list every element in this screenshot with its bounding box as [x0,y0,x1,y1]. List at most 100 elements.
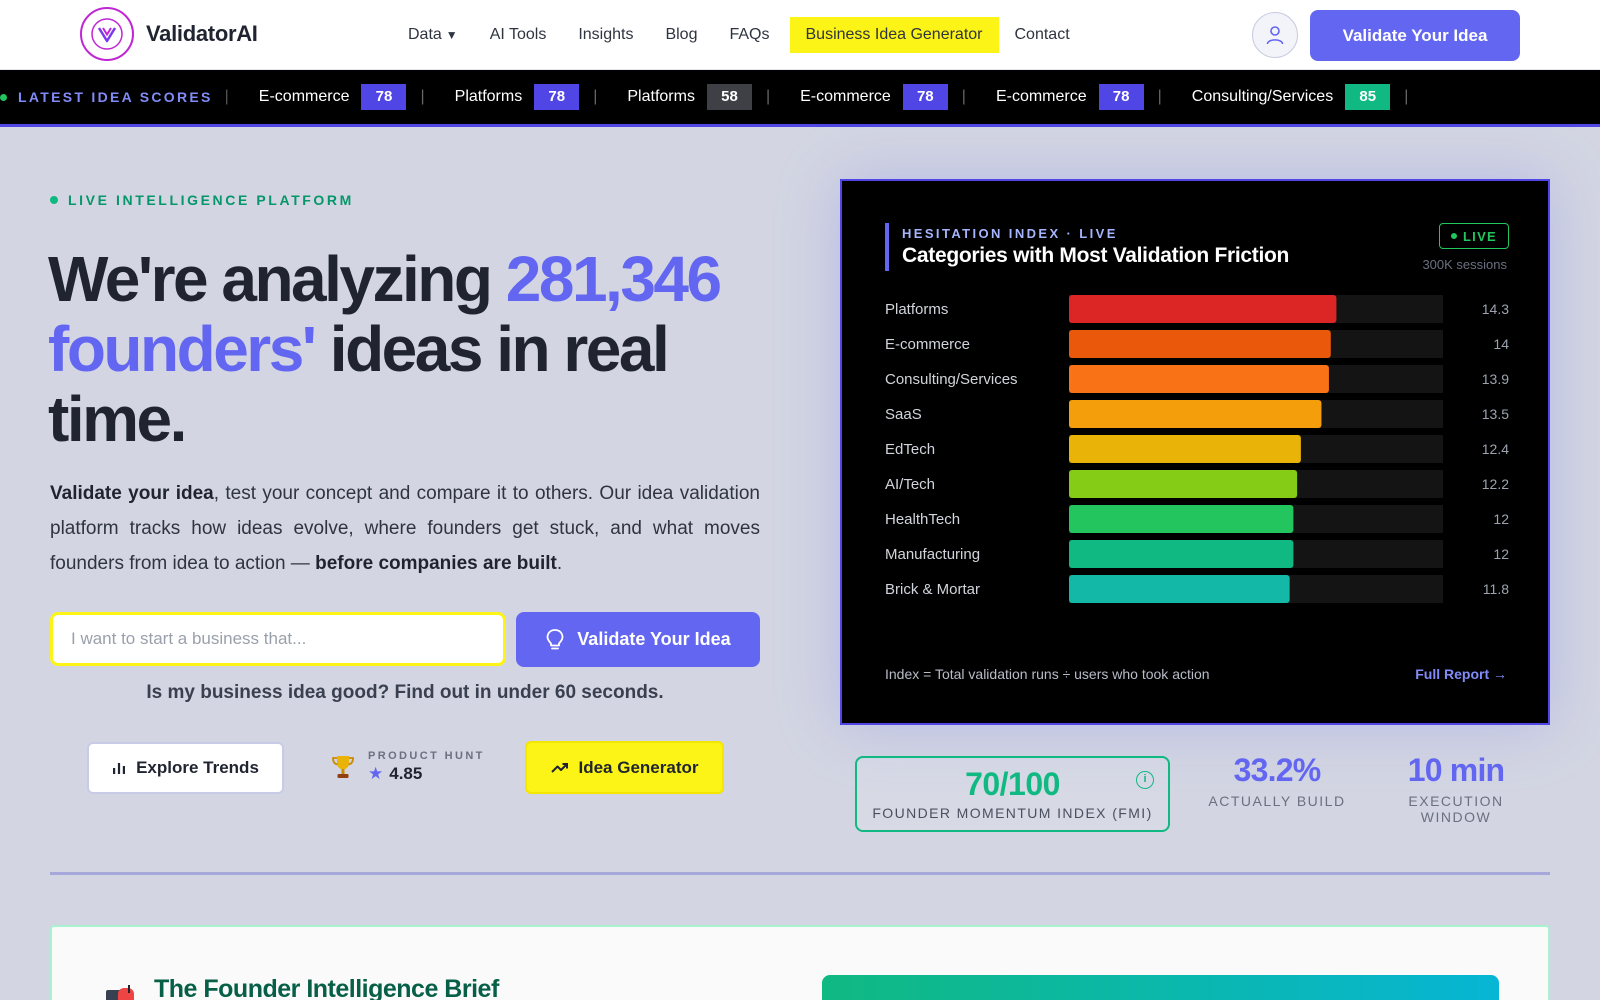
headline-pre: We're analyzing [48,243,506,315]
idea-generator-label: Idea Generator [578,757,699,777]
top-nav: ValidatorAI Data ▼ AI Tools Insights Blog… [0,0,1600,70]
idea-generator-button[interactable]: Idea Generator [525,741,724,794]
brief-banner [822,975,1499,1000]
chart-value-label: 14 [1493,336,1509,352]
chart-bar[interactable] [1069,365,1329,393]
nav-link-data-label: Data [408,26,442,43]
chart-bar[interactable] [1069,295,1337,323]
execution-window-value: 10 min [1407,752,1505,788]
execution-window-label: EXECUTION WINDOW [1408,793,1504,825]
chart-bar[interactable] [1069,505,1294,533]
brief-title: The Founder Intelligence Brief [154,975,499,1000]
hero-headline: We're analyzing 281,346 founders' ideas … [48,244,788,454]
nav-link-faqs[interactable]: FAQs [713,17,785,53]
chart-bar[interactable] [1069,330,1331,358]
validate-idea-button[interactable]: Validate Your Idea [516,612,760,667]
chart-category-label: Platforms [885,301,948,318]
chart-value-label: 12 [1493,511,1509,527]
founder-brief-card: The Founder Intelligence Brief [50,925,1550,1000]
hesitation-index-panel: HESITATION INDEX · LIVE Categories with … [840,179,1550,725]
nav-link-data[interactable]: Data ▼ [392,17,474,53]
explore-trends-button[interactable]: Explore Trends [87,742,284,794]
hero-eyebrow-text: LIVE INTELLIGENCE PLATFORM [68,192,354,208]
live-dot-icon [0,93,7,101]
chart-category-label: EdTech [885,441,935,458]
ticker-item[interactable]: E-commerce 78 | [229,84,425,110]
nav-link-insights[interactable]: Insights [562,17,649,53]
ticker-item[interactable]: Platforms 58 | [597,84,770,110]
friction-bar-chart: Platforms 14.3 E-commerce 14 Consulting/Serv… [885,295,1509,603]
nav-link-business-idea-generator[interactable]: Business Idea Generator [789,17,999,53]
chart-bar[interactable] [1069,400,1322,428]
chart-category-label: E-commerce [885,336,970,353]
ticker-category: E-commerce [800,88,891,105]
ticker-score: 78 [902,84,948,110]
trophy-icon [332,756,354,778]
ticker-item[interactable]: E-commerce 78 | [770,84,966,110]
section-divider [50,872,1550,875]
ticker-category: E-commerce [995,88,1087,105]
execution-window-stat: 10 min EXECUTION WINDOW [1374,752,1538,825]
chart-value-label: 12 [1493,546,1509,562]
ticker-category: Platforms [454,88,523,105]
lede-bold-1: Validate your idea [50,483,214,504]
ticker-category: Consulting/Services [1191,88,1334,105]
info-icon[interactable]: i [1136,771,1154,789]
star-icon: ★ [368,764,384,783]
ticker-item[interactable]: Consulting/Services 85 | [1162,84,1408,110]
ticker-label: LATEST IDEA SCORES [18,89,213,105]
chart-bar[interactable] [1069,575,1290,603]
validate-idea-label: Validate Your Idea [577,629,731,649]
chart-value-label: 13.9 [1482,371,1509,387]
full-report-link[interactable]: Full Report → [1415,666,1507,682]
chart-category-label: Brick & Mortar [885,581,980,598]
fmi-label: FOUNDER MOMENTUM INDEX (FMI) [872,805,1153,821]
chart-value-label: 11.8 [1483,581,1509,597]
user-icon [1266,26,1284,45]
nav-links: Data ▼ AI Tools Insights Blog FAQs Busine… [392,17,1086,53]
user-account-button[interactable] [1252,12,1298,58]
ticker-score: 78 [1098,84,1144,110]
chart-bar[interactable] [1069,470,1298,498]
chart-category-label: AI/Tech [885,476,935,493]
mailbox-icon [106,985,134,1000]
lede-bold-2: before companies are built [315,553,557,574]
ticker-category: E-commerce [258,88,350,105]
product-hunt-badge[interactable]: PRODUCT HUNT ★ 4.85 [330,750,485,784]
actually-build-label: ACTUALLY BUILD [1208,793,1346,809]
validate-idea-nav-button[interactable]: Validate Your Idea [1310,10,1520,61]
chart-value-label: 12.2 [1482,476,1509,492]
hero-eyebrow: LIVE INTELLIGENCE PLATFORM [50,192,354,208]
lede-end: . [556,553,563,574]
chart-bar[interactable] [1069,540,1294,568]
hero-description: Validate your idea, test your concept an… [50,476,760,581]
brand-logo[interactable]: ValidatorAI [80,7,258,61]
chart-value-label: 13.5 [1482,406,1509,422]
live-dot-icon [50,196,58,204]
ticker-score: 78 [361,84,407,110]
hero-subline: Is my business idea good? Find out in un… [146,682,664,703]
chart-bar[interactable] [1069,435,1301,463]
ticker-item[interactable]: E-commerce 78 | [966,84,1162,110]
chart-value-label: 12.4 [1482,441,1509,457]
rating-value: 4.85 [389,764,423,783]
nav-link-blog[interactable]: Blog [649,17,713,53]
ticker-item[interactable]: Platforms 78 | [425,84,597,110]
bar-chart-icon [113,763,126,774]
fmi-value: 70/100 [965,766,1060,802]
nav-link-ai-tools[interactable]: AI Tools [474,17,563,53]
lightbulb-icon [546,628,564,649]
nav-link-contact[interactable]: Contact [999,17,1086,53]
product-hunt-label: PRODUCT HUNT [368,750,485,762]
brand-name: ValidatorAI [146,21,258,46]
ticker-score: 78 [534,84,580,110]
product-hunt-text: PRODUCT HUNT ★ 4.85 [368,750,485,784]
chart-category-label: HealthTech [885,511,960,528]
business-idea-input[interactable] [50,612,506,666]
ticker-score: 58 [706,84,752,110]
chart-category-label: Consulting/Services [885,371,1018,388]
ticker-items: E-commerce 78 | Platforms 78 | Platforms 58 | E-c… [229,84,1408,110]
logo-icon [80,7,134,61]
chart-category-label: Manufacturing [885,546,980,563]
ticker-category: Platforms [627,88,695,105]
